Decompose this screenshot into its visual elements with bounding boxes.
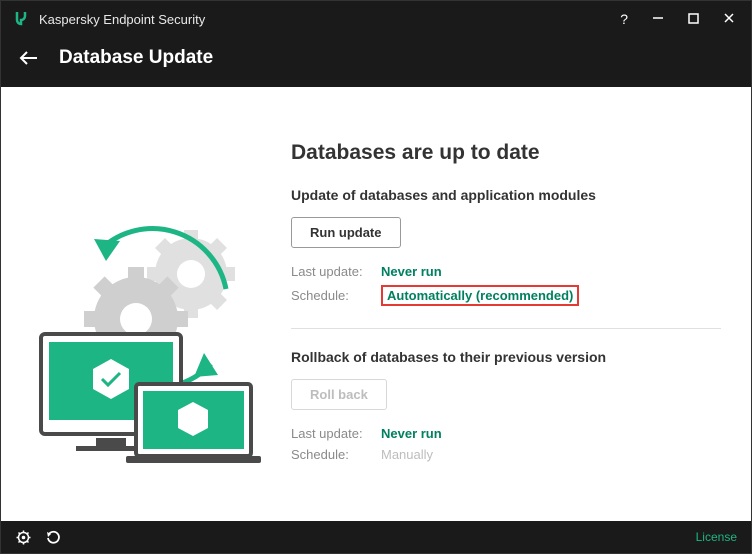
rollback-section-title: Rollback of databases to their previous … — [291, 349, 721, 365]
header-bar: Database Update — [1, 37, 751, 87]
app-window: Kaspersky Endpoint Security ? Database U… — [0, 0, 752, 554]
titlebar: Kaspersky Endpoint Security ? — [1, 1, 751, 37]
update-schedule-row: Schedule: Automatically (recommended) — [291, 285, 721, 306]
window-controls: ? — [620, 11, 735, 27]
help-button[interactable]: ? — [620, 11, 628, 27]
rollback-schedule-row: Schedule: Manually — [291, 447, 721, 462]
section-divider — [291, 328, 721, 329]
rollback-schedule-label: Schedule: — [291, 447, 381, 462]
update-schedule-link[interactable]: Automatically (recommended) — [381, 285, 579, 306]
app-logo-icon — [13, 11, 29, 27]
settings-icon[interactable] — [15, 529, 31, 545]
run-update-button[interactable]: Run update — [291, 217, 401, 248]
footer-bar: License — [1, 521, 751, 553]
rollback-last-value: Never run — [381, 426, 442, 441]
main-panel: Databases are up to date Update of datab… — [291, 117, 721, 501]
update-last-value: Never run — [381, 264, 442, 279]
update-last-label: Last update: — [291, 264, 381, 279]
refresh-icon[interactable] — [45, 529, 61, 545]
close-button[interactable] — [723, 11, 735, 27]
update-schedule-label: Schedule: — [291, 288, 381, 303]
update-illustration — [21, 117, 281, 501]
rollback-last-label: Last update: — [291, 426, 381, 441]
rollback-button: Roll back — [291, 379, 387, 410]
rollback-last-row: Last update: Never run — [291, 426, 721, 441]
app-title: Kaspersky Endpoint Security — [39, 12, 620, 27]
back-button[interactable] — [17, 46, 41, 70]
update-section-title: Update of databases and application modu… — [291, 187, 721, 203]
minimize-button[interactable] — [652, 11, 664, 27]
status-heading: Databases are up to date — [291, 141, 721, 165]
update-last-row: Last update: Never run — [291, 264, 721, 279]
license-link[interactable]: License — [696, 530, 737, 544]
maximize-button[interactable] — [688, 11, 699, 27]
page-title: Database Update — [59, 47, 213, 69]
rollback-schedule-value: Manually — [381, 447, 433, 462]
content-area: Databases are up to date Update of datab… — [1, 87, 751, 521]
